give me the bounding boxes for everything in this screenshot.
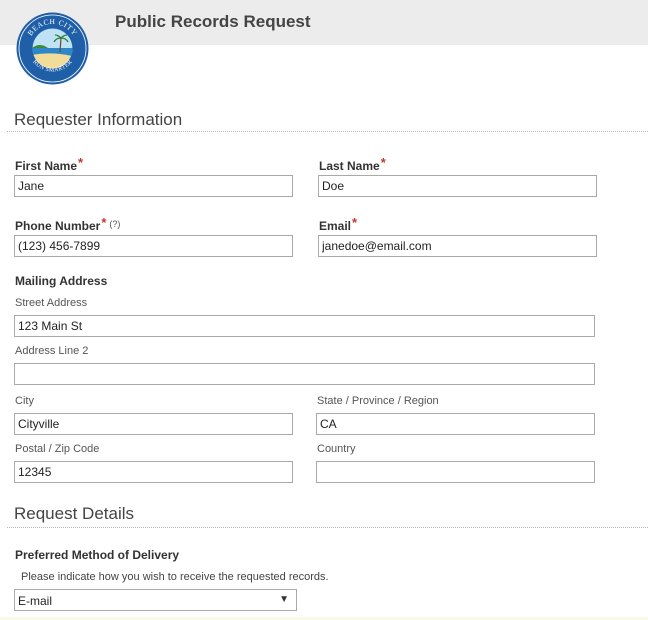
city-label: City	[15, 395, 34, 407]
required-marker: *	[78, 155, 84, 170]
phone-field[interactable]	[14, 235, 293, 257]
delivery-method-select[interactable]: E-mail ▼	[14, 589, 297, 611]
header-bar	[0, 0, 648, 45]
help-tooltip-link[interactable]: (?)	[109, 219, 120, 229]
phone-label-text: Phone Number	[15, 219, 101, 233]
required-marker: *	[380, 155, 386, 170]
delivery-method-note: Please indicate how you wish to receive …	[21, 571, 329, 583]
country-field[interactable]	[316, 461, 595, 483]
last-name-field[interactable]	[318, 175, 597, 197]
first-name-field[interactable]	[14, 175, 293, 197]
last-name-label-text: Last Name	[319, 159, 380, 173]
mailing-address-label: Mailing Address	[15, 274, 108, 288]
delivery-method-value: E-mail	[18, 594, 53, 608]
country-label: Country	[317, 443, 356, 455]
section-divider	[7, 527, 648, 528]
street-address-field[interactable]	[14, 315, 595, 337]
section-title-requester: Requester Information	[14, 110, 183, 129]
page-title: Public Records Request	[115, 12, 311, 31]
street-address-label: Street Address	[15, 297, 88, 309]
first-name-label: First Name*	[15, 155, 83, 173]
first-name-label-text: First Name	[15, 159, 78, 173]
beach-city-seal-icon: BEACH CITY RUN SMARTER	[16, 12, 89, 85]
address-line-2-field[interactable]	[14, 363, 595, 385]
delivery-method-label: Preferred Method of Delivery	[15, 548, 180, 562]
chevron-down-icon: ▼	[279, 594, 289, 605]
email-field[interactable]	[318, 235, 597, 257]
phone-label: Phone Number* (?)	[15, 215, 120, 233]
email-label: Email*	[319, 215, 357, 233]
address-line-2-label: Address Line 2	[15, 345, 89, 357]
state-field[interactable]	[316, 413, 595, 435]
email-label-text: Email	[319, 219, 352, 233]
city-field[interactable]	[14, 413, 293, 435]
state-label: State / Province / Region	[317, 395, 439, 407]
section-divider	[7, 131, 648, 132]
required-marker: *	[101, 215, 107, 230]
postal-code-field[interactable]	[14, 461, 293, 483]
postal-code-label: Postal / Zip Code	[15, 443, 100, 455]
section-title-details: Request Details	[14, 504, 135, 523]
last-name-label: Last Name*	[319, 155, 386, 173]
required-marker: *	[352, 215, 358, 230]
